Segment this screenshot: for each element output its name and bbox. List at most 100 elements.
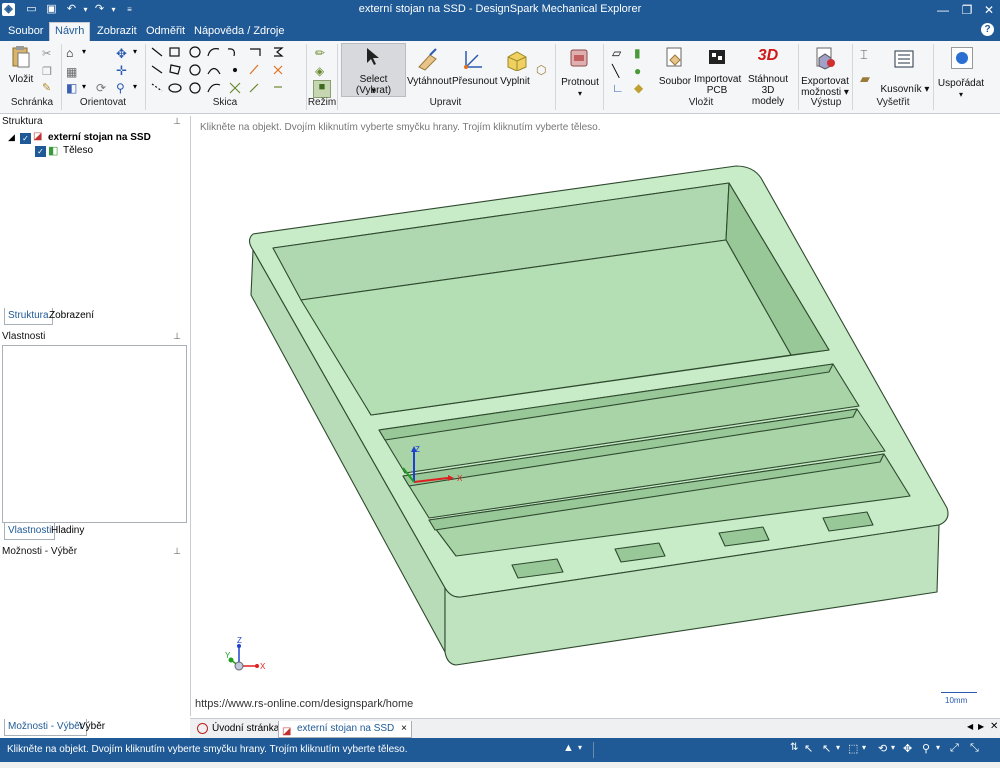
3d-mode-icon[interactable]: ■ bbox=[313, 80, 331, 98]
pin-icon[interactable]: ⊥ bbox=[173, 331, 181, 342]
options-header-label: Možnosti - Výběr bbox=[2, 546, 78, 557]
pin-icon[interactable]: ⊥ bbox=[173, 116, 181, 127]
tab-navrh[interactable]: Návrh bbox=[49, 22, 91, 41]
sweep-arc-icon bbox=[189, 82, 201, 94]
arrange-dropdown-icon[interactable]: ▾ bbox=[936, 89, 986, 100]
status-box-select-icon[interactable]: ⬚ bbox=[848, 742, 858, 755]
export-label-1: Exportovat bbox=[801, 76, 849, 87]
file-insert-icon bbox=[666, 47, 682, 67]
tab-napoveda[interactable]: Nápověda / Zdroje bbox=[189, 23, 290, 41]
status-sketch-icon[interactable]: ▲ bbox=[563, 742, 574, 754]
close-tab-icon[interactable]: × bbox=[401, 723, 407, 734]
pull-button[interactable]: Vytáhnout bbox=[407, 76, 452, 87]
arrange-button[interactable]: Uspořádat bbox=[936, 78, 986, 89]
intersect-button[interactable]: Protnout bbox=[560, 77, 600, 88]
status-pointer-dropdown-icon[interactable]: ▾ bbox=[836, 743, 840, 752]
ribbon-separator bbox=[933, 44, 934, 110]
tab-moznosti-vyber[interactable]: Možnosti - Výběr bbox=[4, 719, 88, 736]
intersect-dropdown-icon[interactable]: ▾ bbox=[560, 88, 600, 99]
view-cube-icon[interactable]: ◧ bbox=[66, 81, 80, 95]
close-all-tabs-icon[interactable]: ✕ bbox=[990, 721, 998, 732]
box-icon[interactable]: ◆ bbox=[634, 81, 648, 95]
tab-zobrazeni[interactable]: Zobrazení bbox=[46, 308, 97, 324]
pin-icon[interactable]: ⊥ bbox=[173, 546, 181, 557]
status-scroll-icon[interactable]: ⇅ bbox=[790, 742, 798, 753]
section-mode-icon[interactable]: ◈ bbox=[315, 64, 329, 78]
tab-odmerit[interactable]: Odměřit bbox=[141, 23, 190, 41]
move-button[interactable]: Přesunout bbox=[452, 76, 498, 87]
close-button[interactable]: ✕ bbox=[978, 1, 1000, 19]
plane-icon[interactable]: ▱ bbox=[612, 46, 626, 60]
tab-uvodni-stranka[interactable]: Úvodní stránka bbox=[194, 721, 283, 737]
status-box-dropdown-icon[interactable]: ▾ bbox=[862, 743, 866, 752]
url-link[interactable]: https://www.rs-online.com/designspark/ho… bbox=[193, 697, 416, 711]
select-button[interactable]: Select (Vybrat) ▾ bbox=[341, 43, 406, 97]
status-pointer-icon[interactable]: ↖ bbox=[822, 742, 831, 755]
cylinder-icon[interactable]: ▮ bbox=[634, 46, 648, 60]
status-fit-icon[interactable]: ⤡ bbox=[970, 742, 979, 755]
copy-icon[interactable]: ❐ bbox=[42, 65, 56, 79]
home-view-icon[interactable]: ⌂ bbox=[66, 46, 80, 60]
tab-document-active[interactable]: ◪ externí stojan na SSD × bbox=[278, 721, 412, 738]
bom-button[interactable]: Kusovník ▾ bbox=[880, 84, 930, 95]
restore-button[interactable]: ❐ bbox=[956, 1, 978, 19]
pull-icon bbox=[418, 48, 437, 71]
status-view-icon[interactable]: ⤢ bbox=[950, 742, 959, 755]
ssd-stand-model[interactable]: X Z bbox=[191, 116, 999, 716]
pan-icon[interactable]: ✥ bbox=[116, 46, 130, 61]
plan-view-icon[interactable]: ▦ bbox=[66, 65, 80, 79]
zoom-icon[interactable]: ⚲ bbox=[116, 81, 130, 95]
section-icon[interactable]: ▰ bbox=[860, 71, 874, 86]
tab-hladiny[interactable]: Hladiny bbox=[48, 523, 87, 539]
tree-root-label[interactable]: externí stojan na SSD bbox=[48, 132, 151, 143]
export-options-button[interactable]: Exportovat možnosti ▾ bbox=[800, 76, 850, 98]
structure-panel-header: Struktura ⊥ bbox=[2, 116, 187, 130]
sketch-mode-icon[interactable]: ✏ bbox=[315, 46, 329, 60]
status-zoom-dropdown-icon[interactable]: ▾ bbox=[936, 743, 940, 752]
tab-scroll-left-icon[interactable]: ◀ bbox=[967, 722, 973, 731]
split-icon bbox=[273, 65, 283, 75]
ribbon-separator bbox=[555, 44, 556, 110]
home-page-icon bbox=[197, 723, 208, 734]
shell-icon[interactable]: ⬡ bbox=[536, 63, 550, 77]
view-dropdown-icon[interactable]: ▾ bbox=[82, 82, 96, 96]
file-insert-button[interactable]: Soubor bbox=[657, 76, 693, 87]
axis-icon[interactable]: ╲ bbox=[612, 64, 626, 78]
home-dropdown-icon[interactable]: ▾ bbox=[82, 47, 96, 61]
minimize-button[interactable]: — bbox=[932, 1, 954, 19]
tree-child-label[interactable]: Těleso bbox=[63, 145, 93, 156]
tab-zobrazit[interactable]: Zobrazit bbox=[92, 23, 142, 41]
tree-collapse-icon[interactable]: ◢ bbox=[8, 132, 15, 143]
format-painter-icon[interactable]: ✎ bbox=[42, 81, 56, 95]
status-spin-icon[interactable]: ⟲ bbox=[878, 742, 887, 755]
fill-button[interactable]: Vyplnit bbox=[497, 76, 533, 87]
polygon-tool-icon bbox=[169, 64, 181, 75]
tab-vyber[interactable]: Výběr bbox=[76, 719, 108, 735]
move-view-icon[interactable]: ✛ bbox=[116, 63, 130, 78]
tree-child-checkbox[interactable]: ✓ bbox=[35, 146, 46, 157]
status-spin-dropdown-icon[interactable]: ▾ bbox=[891, 743, 895, 752]
3d-viewport[interactable]: Klikněte na objekt. Dvojím kliknutím vyb… bbox=[190, 116, 999, 716]
download-3d-label-1: Stáhnout 3D bbox=[747, 74, 789, 96]
triad-y-label: Y bbox=[225, 651, 231, 660]
import-pcb-button[interactable]: Importovat PCB bbox=[694, 74, 741, 96]
tab-soubor[interactable]: Soubor bbox=[3, 23, 48, 41]
import-pcb-icon bbox=[709, 50, 725, 64]
status-sketch-dropdown-icon[interactable]: ▾ bbox=[578, 743, 582, 752]
spin-icon[interactable]: ⟳ bbox=[96, 81, 110, 95]
cut-icon[interactable]: ✂ bbox=[42, 47, 56, 61]
properties-panel-header: Vlastnosti ⊥ bbox=[2, 331, 187, 345]
paste-button[interactable]: Vložit bbox=[4, 74, 38, 85]
tab-scroll-right-icon[interactable]: ▶ bbox=[978, 722, 984, 731]
download-3d-icon: 3D bbox=[757, 47, 779, 64]
sphere-icon[interactable]: ● bbox=[634, 64, 648, 78]
measure-icon[interactable]: ⌶ bbox=[860, 47, 874, 62]
status-pan-icon[interactable]: ✥ bbox=[903, 742, 912, 755]
help-button[interactable]: ? bbox=[981, 23, 994, 36]
tree-root-checkbox[interactable]: ✓ bbox=[20, 133, 31, 144]
status-select-icon[interactable]: ↖ bbox=[804, 742, 813, 755]
origin-icon[interactable]: ∟ bbox=[612, 81, 626, 95]
circle-tool-icon bbox=[189, 46, 201, 58]
status-zoom-icon[interactable]: ⚲ bbox=[922, 742, 930, 755]
tangent-arc-icon bbox=[227, 48, 235, 57]
